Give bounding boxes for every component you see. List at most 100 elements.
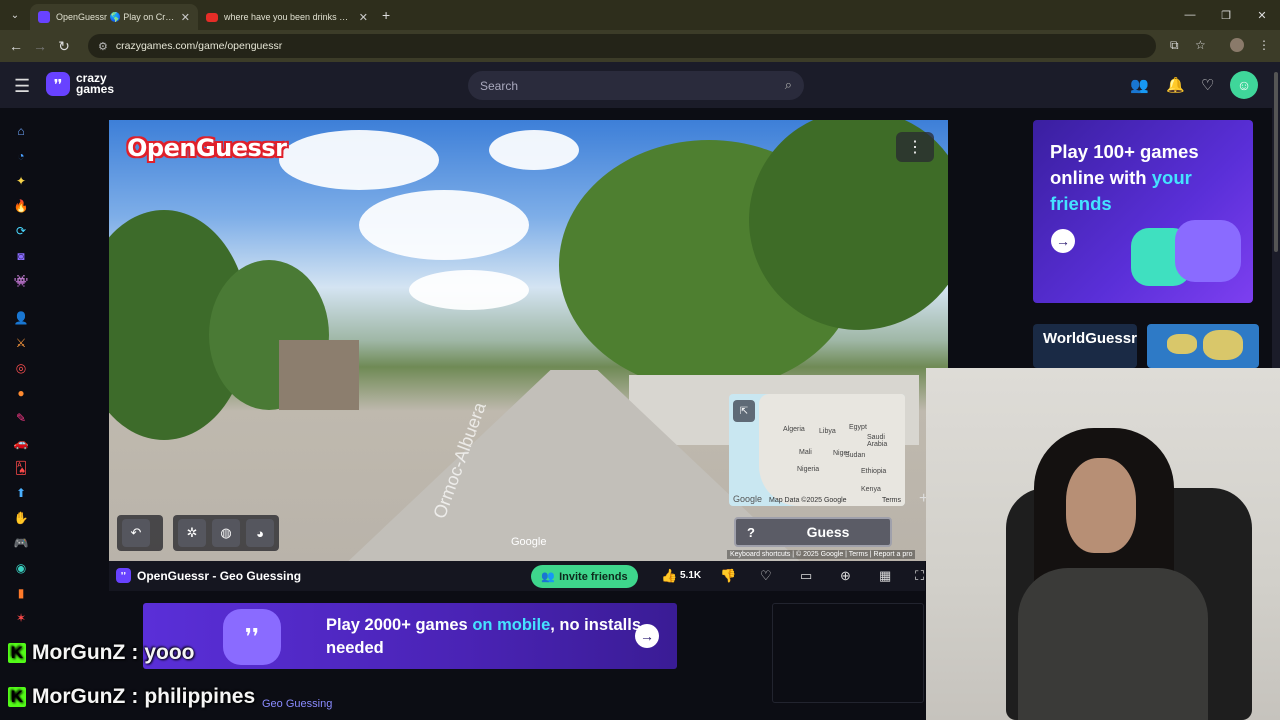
reload-icon[interactable]: ↻	[52, 38, 76, 55]
search-placeholder: Search	[480, 78, 519, 93]
guess-button[interactable]: ? Guess	[734, 517, 892, 547]
help-icon[interactable]: ?	[736, 525, 766, 540]
qr-icon[interactable]: ▦	[879, 568, 891, 584]
mascot-icon: ❜❜	[223, 609, 281, 665]
cloud	[409, 270, 529, 310]
back-icon[interactable]: ←	[4, 38, 28, 54]
notifications-bell-icon[interactable]: 🔔	[1166, 76, 1185, 94]
clicker-icon[interactable]: ⬆	[13, 486, 29, 500]
world-map-thumbnail[interactable]	[1147, 324, 1259, 368]
action-icon[interactable]: ⚔	[13, 336, 29, 350]
map-label: Algeria	[783, 426, 805, 433]
card-icon[interactable]: 🂡	[13, 461, 29, 475]
mahjong-icon[interactable]: ▮	[13, 586, 29, 600]
forward-icon[interactable]: →	[28, 38, 52, 54]
invite-friends-button[interactable]: 👥 Invite friends	[531, 565, 638, 588]
guess-label: Guess	[806, 524, 850, 540]
kick-logo-icon: K	[8, 643, 26, 663]
close-window-button[interactable]: ✕	[1244, 9, 1280, 22]
undo-icon[interactable]: ↶	[122, 519, 150, 547]
minimize-button[interactable]: —	[1172, 9, 1208, 21]
streamer-torso	[1018, 568, 1208, 720]
tab-search-icon[interactable]: ⌄	[0, 10, 30, 21]
search-input[interactable]: Search ⌕	[468, 71, 804, 100]
new-tab-button[interactable]: +	[382, 7, 390, 23]
basketball-icon[interactable]: ●	[13, 386, 29, 400]
install-app-icon[interactable]: ⧉	[1170, 38, 1179, 53]
controller-icon[interactable]: 🎮	[13, 536, 29, 550]
avatar[interactable]: ☺	[1230, 71, 1258, 99]
friends-icon[interactable]: 👥	[1130, 76, 1149, 94]
discord-icon[interactable]: ◍	[212, 519, 240, 547]
search-icon[interactable]: ⌕	[785, 77, 792, 93]
restore-button[interactable]: ❐	[1208, 9, 1244, 22]
breadcrumb[interactable]: Geo Guessing	[262, 698, 332, 710]
close-tab-icon[interactable]: ✕	[181, 11, 190, 24]
new-icon[interactable]: ✦	[13, 174, 29, 188]
beauty-icon[interactable]: ✎	[13, 411, 29, 425]
url-text: crazygames.com/game/openguessr	[115, 40, 283, 52]
kick-logo-icon: K	[8, 687, 26, 707]
map-label: Ethiopia	[861, 468, 887, 475]
continent	[1167, 334, 1197, 354]
promo-arrow-icon[interactable]: →	[1051, 229, 1075, 253]
game-info-bar: ❜❜ OpenGuessr - Geo Guessing 👥 Invite fr…	[109, 561, 925, 591]
casual-icon[interactable]: ✋	[13, 511, 29, 525]
updated-icon[interactable]: ⟳	[13, 224, 29, 238]
window-controls: — ❐ ✕	[1172, 0, 1280, 30]
crazygames-logo[interactable]: ❜❜ crazy games	[46, 72, 114, 96]
map-label: Sudan	[845, 452, 866, 459]
game-menu-button[interactable]: ⋮	[896, 132, 934, 162]
menu-dots-icon[interactable]: ⋮	[1258, 38, 1270, 52]
purple-mascot-icon	[1175, 220, 1241, 282]
trending-icon[interactable]: 🔥	[13, 199, 29, 213]
game-viewport[interactable]: Ormoc-Albuera OpenGuessr ⋮ ↶ ✲ ◍ ◕ Googl…	[109, 120, 948, 561]
site-info-icon[interactable]: ⚙	[98, 40, 108, 53]
two-player-icon[interactable]: 👤	[13, 311, 29, 325]
tab-openguessr[interactable]: OpenGuessr 🌎 Play on CrazyGames ✕	[30, 4, 198, 30]
originals-icon[interactable]: ◙	[13, 249, 29, 263]
cloud	[279, 130, 439, 190]
bookmark-star-icon[interactable]: ☆	[1195, 38, 1206, 52]
bug-report-icon[interactable]: ✲	[178, 519, 206, 547]
map-label: Egypt	[849, 424, 867, 431]
mobile-promo-banner[interactable]: ❜❜ Play 2000+ games on mobile, no instal…	[143, 603, 677, 669]
map-terms-link[interactable]: Terms	[882, 497, 901, 504]
recent-icon[interactable]: ◔	[13, 149, 29, 163]
address-bar-row: ← → ↻ ⚙ crazygames.com/game/openguessr ⧉…	[0, 30, 1280, 62]
chat-user: MorGunZ	[32, 685, 126, 708]
car-icon[interactable]: 🚗	[13, 436, 29, 450]
embed-icon[interactable]: ⊕	[840, 568, 851, 584]
browser-tab-bar: ⌄ OpenGuessr 🌎 Play on CrazyGames ✕ wher…	[0, 0, 1280, 30]
home-icon[interactable]: ⌂	[13, 124, 29, 138]
house	[279, 340, 359, 410]
close-tab-icon[interactable]: ✕	[359, 11, 368, 24]
hamburger-icon[interactable]: ☰	[14, 76, 30, 97]
dislike-icon[interactable]: 👎	[720, 568, 736, 584]
io-icon[interactable]: ◉	[13, 561, 29, 575]
favorites-heart-icon[interactable]: ♡	[1201, 76, 1214, 94]
map-label: Mali	[799, 449, 812, 456]
game-title: OpenGuessr - Geo Guessing	[137, 569, 302, 583]
url-field[interactable]: ⚙ crazygames.com/game/openguessr	[88, 34, 1156, 58]
tab-youtube[interactable]: where have you been drinks on me ✕	[198, 4, 376, 30]
mobile-promo-arrow-icon[interactable]: →	[635, 624, 659, 648]
map-label: Kenya	[861, 486, 881, 493]
favorite-icon[interactable]: ♡	[760, 568, 772, 584]
like-icon[interactable]: 👍	[661, 568, 677, 584]
expand-map-icon[interactable]: ⇱	[733, 400, 755, 422]
comment-icon[interactable]: ▭	[800, 568, 812, 584]
profile-icon[interactable]	[1230, 38, 1244, 52]
guess-minimap[interactable]: Algeria Libya Egypt Saudi Arabia Mali Ni…	[729, 394, 905, 506]
undo-control: ↶	[117, 515, 163, 551]
reddit-icon[interactable]: ◕	[246, 519, 274, 547]
chat-text: philippines	[144, 685, 256, 708]
shooting-icon[interactable]: ✶	[13, 611, 29, 625]
worldguessr-thumbnail[interactable]: WorldGuessr	[1033, 324, 1137, 368]
scrollbar-thumb[interactable]	[1274, 72, 1278, 252]
fullscreen-icon[interactable]: ⛶	[915, 568, 924, 584]
play-with-friends-promo[interactable]: Play 100+ games online with your friends…	[1033, 120, 1253, 303]
chat-message: K MorGunZ: philippines	[8, 685, 255, 709]
adventure-icon[interactable]: ◎	[13, 361, 29, 375]
multiplayer-icon[interactable]: 👾	[13, 274, 29, 288]
